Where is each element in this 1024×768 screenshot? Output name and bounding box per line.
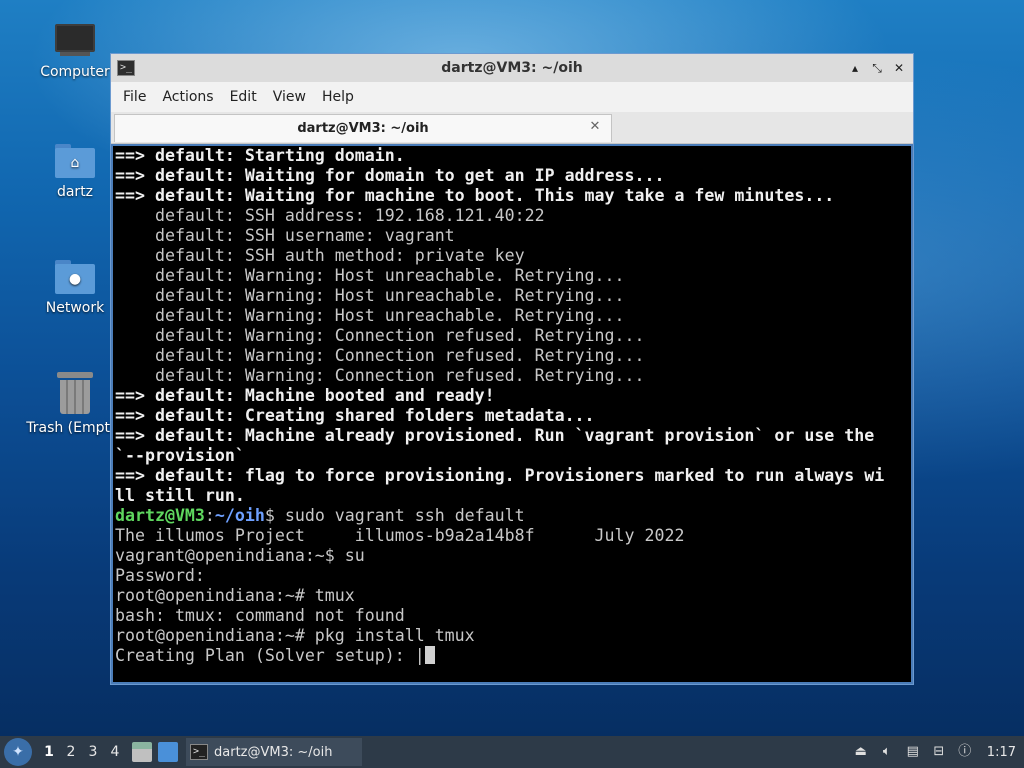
terminal-line: default: Warning: Host unreachable. Retr…	[115, 306, 911, 326]
terminal-line: Creating Plan (Solver setup): |	[115, 646, 911, 666]
terminal-line: ==> default: Machine booted and ready!	[115, 386, 911, 406]
eject-icon[interactable]: ⏏	[853, 744, 869, 760]
workspace-3[interactable]: 3	[82, 744, 104, 760]
tab-title: dartz@VM3: ~/oih	[297, 121, 429, 136]
window-title: dartz@VM3: ~/oih	[441, 60, 583, 76]
terminal-text: ==> default: flag to force provisioning.…	[115, 466, 885, 485]
network-folder-icon: ●	[55, 258, 95, 294]
terminal-line: default: Warning: Connection refused. Re…	[115, 326, 911, 346]
task-label: dartz@VM3: ~/oih	[214, 744, 333, 760]
taskbar: ✦ 1 2 3 4 >_ dartz@VM3: ~/oih ⏏ 🔈︎ ▤ ⊟ ⓘ…	[0, 736, 1024, 768]
taskbar-task-terminal[interactable]: >_ dartz@VM3: ~/oih	[186, 738, 362, 766]
terminal-line: The illumos Project illumos-b9a2a14b8f J…	[115, 526, 911, 546]
menu-file[interactable]: File	[115, 89, 154, 105]
menu-help[interactable]: Help	[314, 89, 362, 105]
workspace-2[interactable]: 2	[60, 744, 82, 760]
menubar: File Actions Edit View Help	[111, 82, 913, 112]
workspace-1[interactable]: 1	[38, 744, 60, 760]
terminal-app-icon: >_	[117, 60, 135, 76]
terminal-text: :	[204, 506, 215, 525]
terminal-output[interactable]: ==> default: Starting domain. ==> default…	[113, 146, 911, 682]
terminal-text: dartz@VM3	[115, 506, 205, 525]
terminal-text: root@openindiana:~# pkg install tmux	[115, 626, 475, 645]
computer-icon	[55, 24, 95, 58]
terminal-line: default: Warning: Host unreachable. Retr…	[115, 266, 911, 286]
terminal-line: ==> default: Waiting for machine to boot…	[115, 186, 911, 206]
terminal-line: bash: tmux: command not found	[115, 606, 911, 626]
notification-icon[interactable]: ⓘ	[957, 744, 973, 760]
terminal-text: ll still run.	[115, 486, 245, 505]
terminal-text: default: Warning: Connection refused. Re…	[115, 366, 645, 385]
terminal-line: ll still run.	[115, 486, 911, 506]
tab-bar: dartz@VM3: ~/oih ✕	[111, 112, 913, 144]
minimize-button[interactable]: ▴	[847, 60, 863, 76]
terminal-text: bash: tmux: command not found	[115, 606, 405, 625]
terminal-line: dartz@VM3:~/oih$ sudo vagrant ssh defaul…	[115, 506, 911, 526]
terminal-text: $ sudo vagrant ssh default	[264, 506, 525, 525]
terminal-line: ==> default: Starting domain.	[115, 146, 911, 166]
terminal-cursor	[424, 646, 435, 664]
terminal-line: ==> default: Waiting for domain to get a…	[115, 166, 911, 186]
show-desktop-icon[interactable]	[158, 742, 178, 762]
terminal-text: ~/oih	[214, 506, 265, 525]
terminal-line: `--provision`	[115, 446, 911, 466]
maximize-button[interactable]: ⤡	[869, 60, 885, 76]
close-button[interactable]: ✕	[891, 60, 907, 76]
terminal-line: default: Warning: Connection refused. Re…	[115, 346, 911, 366]
terminal-text: default: Warning: Host unreachable. Retr…	[115, 306, 625, 325]
start-menu-button[interactable]: ✦	[4, 738, 32, 766]
terminal-text: root@openindiana:~# tmux	[115, 586, 355, 605]
menu-edit[interactable]: Edit	[222, 89, 265, 105]
trash-icon	[57, 372, 93, 414]
terminal-text: ==> default: Machine already provisioned…	[115, 426, 875, 445]
terminal-text: Password:	[115, 566, 205, 585]
terminal-line: default: SSH auth method: private key	[115, 246, 911, 266]
terminal-line: Password:	[115, 566, 911, 586]
terminal-text: default: SSH auth method: private key	[115, 246, 525, 265]
terminal-window: >_ dartz@VM3: ~/oih ▴ ⤡ ✕ File Actions E…	[110, 53, 914, 685]
terminal-text: ==> default: Waiting for machine to boot…	[115, 186, 835, 205]
terminal-line: default: SSH address: 192.168.121.40:22	[115, 206, 911, 226]
window-titlebar[interactable]: >_ dartz@VM3: ~/oih ▴ ⤡ ✕	[111, 54, 913, 82]
terminal-text: vagrant@openindiana:~$ su	[115, 546, 365, 565]
terminal-text: default: Warning: Host unreachable. Retr…	[115, 286, 625, 305]
volume-icon[interactable]: 🔈︎	[879, 744, 895, 760]
terminal-text: `--provision`	[115, 446, 245, 465]
terminal-text: default: Warning: Connection refused. Re…	[115, 346, 645, 365]
terminal-line: ==> default: Machine already provisioned…	[115, 426, 911, 446]
terminal-text: Creating Plan (Solver setup): |	[115, 646, 425, 665]
terminal-line: ==> default: flag to force provisioning.…	[115, 466, 911, 486]
home-folder-icon: ⌂	[55, 142, 95, 178]
menu-actions[interactable]: Actions	[154, 89, 221, 105]
terminal-line: root@openindiana:~# tmux	[115, 586, 911, 606]
workspace-4[interactable]: 4	[104, 744, 126, 760]
menu-view[interactable]: View	[265, 89, 314, 105]
terminal-line: ==> default: Creating shared folders met…	[115, 406, 911, 426]
terminal-text: default: SSH username: vagrant	[115, 226, 455, 245]
terminal-text: default: Warning: Connection refused. Re…	[115, 326, 645, 345]
terminal-text: ==> default: Machine booted and ready!	[115, 386, 495, 405]
network-icon[interactable]: ⊟	[931, 744, 947, 760]
terminal-text: ==> default: Starting domain.	[115, 146, 405, 165]
terminal-line: default: Warning: Host unreachable. Retr…	[115, 286, 911, 306]
terminal-line: default: Warning: Connection refused. Re…	[115, 366, 911, 386]
terminal-text: The illumos Project illumos-b9a2a14b8f J…	[115, 526, 685, 545]
terminal-text: default: SSH address: 192.168.121.40:22	[115, 206, 545, 225]
terminal-line: default: SSH username: vagrant	[115, 226, 911, 246]
tab-close-icon[interactable]: ✕	[587, 119, 603, 135]
terminal-line: root@openindiana:~# pkg install tmux	[115, 626, 911, 646]
terminal-text: default: Warning: Host unreachable. Retr…	[115, 266, 625, 285]
terminal-text: ==> default: Creating shared folders met…	[115, 406, 595, 425]
terminal-task-icon: >_	[190, 744, 208, 760]
terminal-line: vagrant@openindiana:~$ su	[115, 546, 911, 566]
clipboard-icon[interactable]: ▤	[905, 744, 921, 760]
terminal-tab[interactable]: dartz@VM3: ~/oih ✕	[114, 114, 612, 142]
file-manager-icon[interactable]	[132, 742, 152, 762]
clock[interactable]: 1:17	[987, 745, 1016, 760]
system-tray: ⏏ 🔈︎ ▤ ⊟ ⓘ 1:17	[853, 744, 1016, 760]
terminal-text: ==> default: Waiting for domain to get a…	[115, 166, 665, 185]
